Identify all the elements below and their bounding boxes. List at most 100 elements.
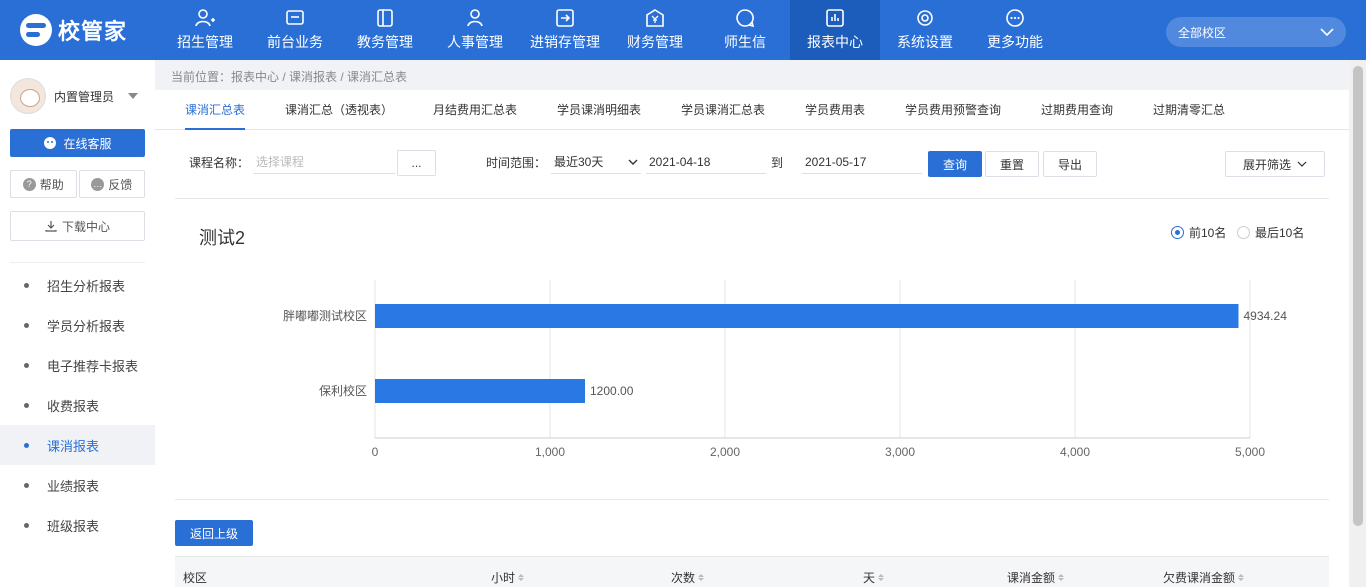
- date-to-separator: 到: [771, 156, 784, 170]
- bullet-icon: [24, 442, 29, 448]
- campus-select[interactable]: 全部校区: [1166, 17, 1346, 47]
- book-icon: [375, 8, 395, 28]
- sidebar-menu-item[interactable]: 课消报表: [0, 425, 155, 465]
- question-icon: ?: [22, 177, 36, 191]
- bullet-icon: [24, 522, 29, 528]
- nav-item-label: 招生管理: [177, 34, 233, 50]
- logo-icon: [20, 14, 52, 46]
- download-center-label: 下载中心: [61, 219, 110, 234]
- sidebar-menu-item[interactable]: 业绩报表: [0, 465, 155, 505]
- feedback-label: 反馈: [108, 177, 133, 192]
- nav-item-8[interactable]: 系统设置: [880, 0, 970, 60]
- date-from-input[interactable]: 2021-04-18: [646, 150, 766, 174]
- back-button[interactable]: 返回上级: [175, 520, 253, 546]
- help-label: 帮助: [39, 177, 64, 192]
- table-header: 校区 小时 次数 天 课消金额 欠费课消金额: [175, 556, 1329, 587]
- nav-item-6[interactable]: 师生信: [700, 0, 790, 60]
- tab[interactable]: 过期费用查询: [1041, 90, 1113, 130]
- query-button[interactable]: 查询: [928, 151, 982, 177]
- course-input[interactable]: 选择课程: [253, 150, 395, 174]
- logo[interactable]: 校管家: [20, 13, 127, 47]
- scrollbar-thumb[interactable]: [1353, 66, 1363, 526]
- bar: [375, 379, 585, 403]
- time-range-select[interactable]: 最近30天: [551, 150, 641, 174]
- feedback-button[interactable]: … 反馈: [78, 170, 145, 198]
- nav-item-7[interactable]: 报表中心: [790, 0, 880, 60]
- yen-icon: [645, 8, 665, 28]
- chart-icon: [825, 8, 845, 28]
- nav-item-label: 人事管理: [447, 34, 503, 50]
- tab[interactable]: 学员费用预警查询: [905, 90, 1001, 130]
- nav-item-3[interactable]: 人事管理: [430, 0, 520, 60]
- sidebar-menu-item[interactable]: 收费报表: [0, 385, 155, 425]
- time-range-value: 最近30天: [554, 155, 604, 169]
- sort-icon: [1058, 574, 1065, 581]
- export-button[interactable]: 导出: [1043, 151, 1097, 177]
- nav-item-2[interactable]: 教务管理: [340, 0, 430, 60]
- help-button[interactable]: ? 帮助: [10, 170, 77, 198]
- nav-item-label: 教务管理: [357, 34, 413, 50]
- column-header[interactable]: 次数: [671, 569, 705, 586]
- bar-chart: 0 1,000 2,000 3,000 4,000 5,000 胖嘟嘟测试校区 4934.24…: [283, 280, 1287, 459]
- sidebar-menu-item[interactable]: 班级报表: [0, 505, 155, 545]
- rank-top-label: 前10名: [1189, 226, 1227, 240]
- nav-item-label: 进销存管理: [530, 34, 600, 50]
- column-header: 校区: [183, 569, 207, 586]
- tab[interactable]: 学员费用表: [805, 90, 865, 130]
- column-header-label: 小时: [491, 571, 516, 585]
- rank-bottom-label: 最后10名: [1255, 226, 1305, 240]
- page-scrollbar[interactable]: [1350, 60, 1366, 587]
- user-menu[interactable]: 内置管理员: [10, 78, 145, 114]
- online-service-button[interactable]: 在线客服: [10, 129, 145, 157]
- tab[interactable]: 过期清零汇总: [1153, 90, 1225, 130]
- report-menu: 招生分析报表 学员分析报表 电子推荐卡报表 收费报表 课消报表 业绩报表 班级报表: [0, 265, 155, 545]
- date-to-input[interactable]: 2021-05-17: [802, 150, 922, 174]
- caret-down-icon: [128, 93, 139, 99]
- logo-text: 校管家: [58, 19, 128, 44]
- nav-item-0[interactable]: 招生管理: [160, 0, 250, 60]
- help-row: ? 帮助 … 反馈: [10, 170, 145, 198]
- nav-item-4[interactable]: 进销存管理: [520, 0, 610, 60]
- sidebar-menu-item[interactable]: 招生分析报表: [0, 265, 155, 305]
- nav-item-5[interactable]: 财务管理: [610, 0, 700, 60]
- online-service-label: 在线客服: [63, 136, 112, 151]
- breadcrumb: 当前位置：报表中心 / 课消报表 / 课消汇总表: [171, 70, 408, 84]
- download-center-button[interactable]: 下载中心: [10, 211, 145, 241]
- x-tick-label: 2,000: [710, 445, 740, 459]
- tab[interactable]: 学员课消明细表: [557, 90, 641, 130]
- import-icon: [555, 8, 575, 28]
- sidebar-menu-item[interactable]: 学员分析报表: [0, 305, 155, 345]
- sort-icon: [518, 574, 525, 581]
- tab[interactable]: 课消汇总表: [185, 90, 246, 130]
- column-header[interactable]: 天: [863, 569, 885, 586]
- user-icon: [465, 8, 485, 28]
- category-label: 保利校区: [319, 383, 367, 398]
- sidebar-menu-item[interactable]: 电子推荐卡报表: [0, 345, 155, 385]
- sort-icon: [698, 574, 705, 581]
- column-header[interactable]: 欠费课消金额: [1163, 569, 1245, 586]
- nav-item-label: 财务管理: [627, 34, 683, 50]
- chevron-down-icon: [1297, 161, 1307, 167]
- sort-icon: [878, 574, 885, 581]
- tab[interactable]: 月结费用汇总表: [433, 90, 517, 130]
- sort-icon: [1238, 574, 1245, 581]
- tab[interactable]: 课消汇总（透视表）: [285, 90, 393, 130]
- course-browse-button[interactable]: ...: [397, 150, 436, 176]
- tab[interactable]: 学员课消汇总表: [681, 90, 765, 130]
- bullet-icon: [24, 362, 29, 368]
- rank-top-radio[interactable]: 前10名: [1171, 224, 1226, 241]
- headset-icon: [44, 137, 57, 149]
- expand-filter-button[interactable]: 展开筛选: [1225, 151, 1325, 177]
- x-tick-label: 0: [372, 445, 379, 459]
- bullet-icon: [24, 322, 29, 328]
- column-header[interactable]: 小时: [491, 569, 525, 586]
- rank-bottom-radio[interactable]: 最后10名: [1237, 224, 1304, 241]
- column-header[interactable]: 课消金额: [1007, 569, 1065, 586]
- nav-item-1[interactable]: 前台业务: [250, 0, 340, 60]
- nav-item-9[interactable]: 更多功能: [970, 0, 1060, 60]
- column-header-label: 次数: [671, 571, 696, 585]
- gear-icon: [915, 8, 935, 28]
- reset-button[interactable]: 重置: [985, 151, 1039, 177]
- bullet-icon: [24, 482, 29, 488]
- message-icon: …: [91, 177, 105, 191]
